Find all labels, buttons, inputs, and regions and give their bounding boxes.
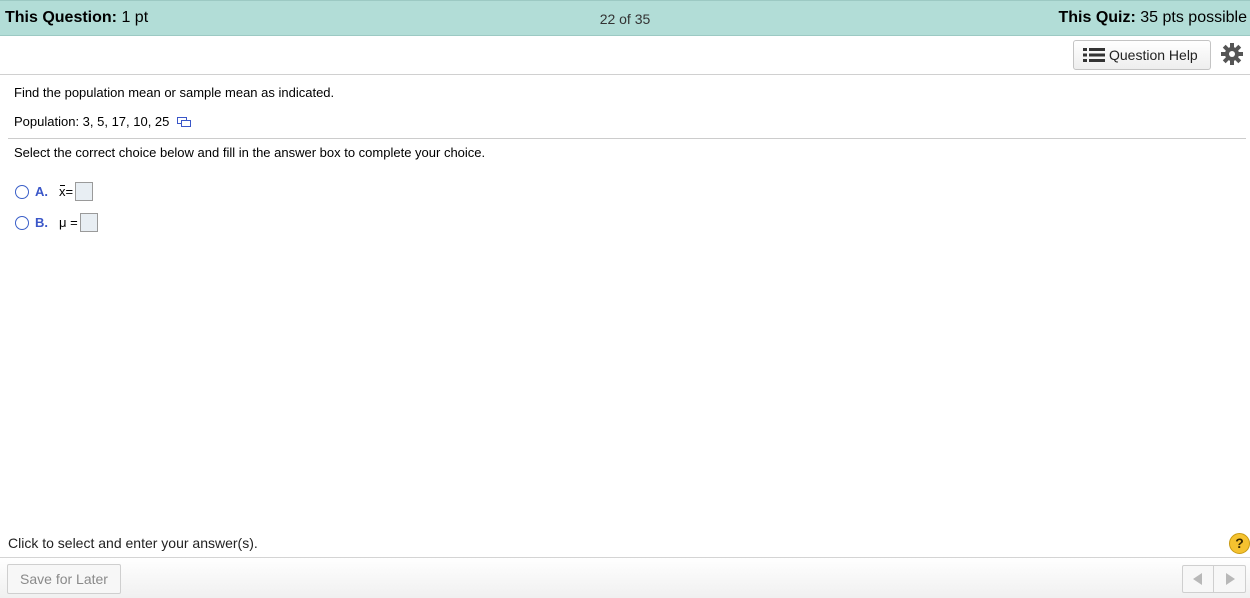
population-line: Population: 3, 5, 17, 10, 25: [14, 114, 192, 129]
quiz-header: This Question: 1 pt 22 of 35 This Quiz: …: [0, 0, 1250, 36]
next-button[interactable]: [1214, 566, 1245, 592]
question-nav: [1182, 565, 1246, 593]
quiz-points: This Quiz: 35 pts possible: [1058, 9, 1247, 27]
choice-b-letter: B.: [35, 215, 48, 230]
answer-box-a[interactable]: [75, 182, 94, 201]
answer-box-b[interactable]: [79, 213, 98, 232]
population-mean-symbol: μ =: [59, 215, 78, 230]
population-values: Population: 3, 5, 17, 10, 25: [14, 114, 170, 129]
select-prompt: Select the correct choice below and fill…: [14, 145, 486, 160]
question-help-label: Question Help: [1109, 47, 1198, 63]
question-instruction: Find the population mean or sample mean …: [14, 85, 335, 100]
help-badge[interactable]: ?: [1229, 533, 1250, 554]
quiz-points-label: This Quiz:: [1058, 9, 1136, 26]
quiz-points-value: 35 pts possible: [1140, 9, 1247, 26]
question-help-button[interactable]: Question Help: [1073, 40, 1211, 70]
triangle-left-icon: [1193, 573, 1202, 585]
triangle-right-icon: [1225, 573, 1235, 585]
choice-a: A. x=: [15, 182, 94, 201]
equals-sign: =: [70, 215, 78, 230]
help-toolbar: Question Help: [0, 36, 1250, 75]
choice-b-radio[interactable]: [15, 215, 29, 230]
copy-data-icon[interactable]: [177, 116, 192, 128]
equals-sign: =: [65, 184, 74, 199]
answer-hint: Click to select and enter your answer(s)…: [8, 535, 258, 551]
gear-icon[interactable]: [1220, 42, 1244, 66]
mu: μ: [59, 215, 67, 230]
divider: [8, 138, 1246, 139]
footer-bar: Save for Later: [0, 557, 1250, 598]
choice-a-letter: A.: [35, 184, 48, 199]
choice-a-radio[interactable]: [15, 184, 29, 199]
previous-button[interactable]: [1183, 566, 1215, 592]
x-bar: x: [59, 184, 66, 199]
choice-b: B. μ =: [15, 213, 98, 232]
list-icon: [1083, 48, 1105, 62]
save-for-later-button[interactable]: Save for Later: [7, 564, 121, 594]
sample-mean-symbol: x=: [59, 184, 73, 199]
